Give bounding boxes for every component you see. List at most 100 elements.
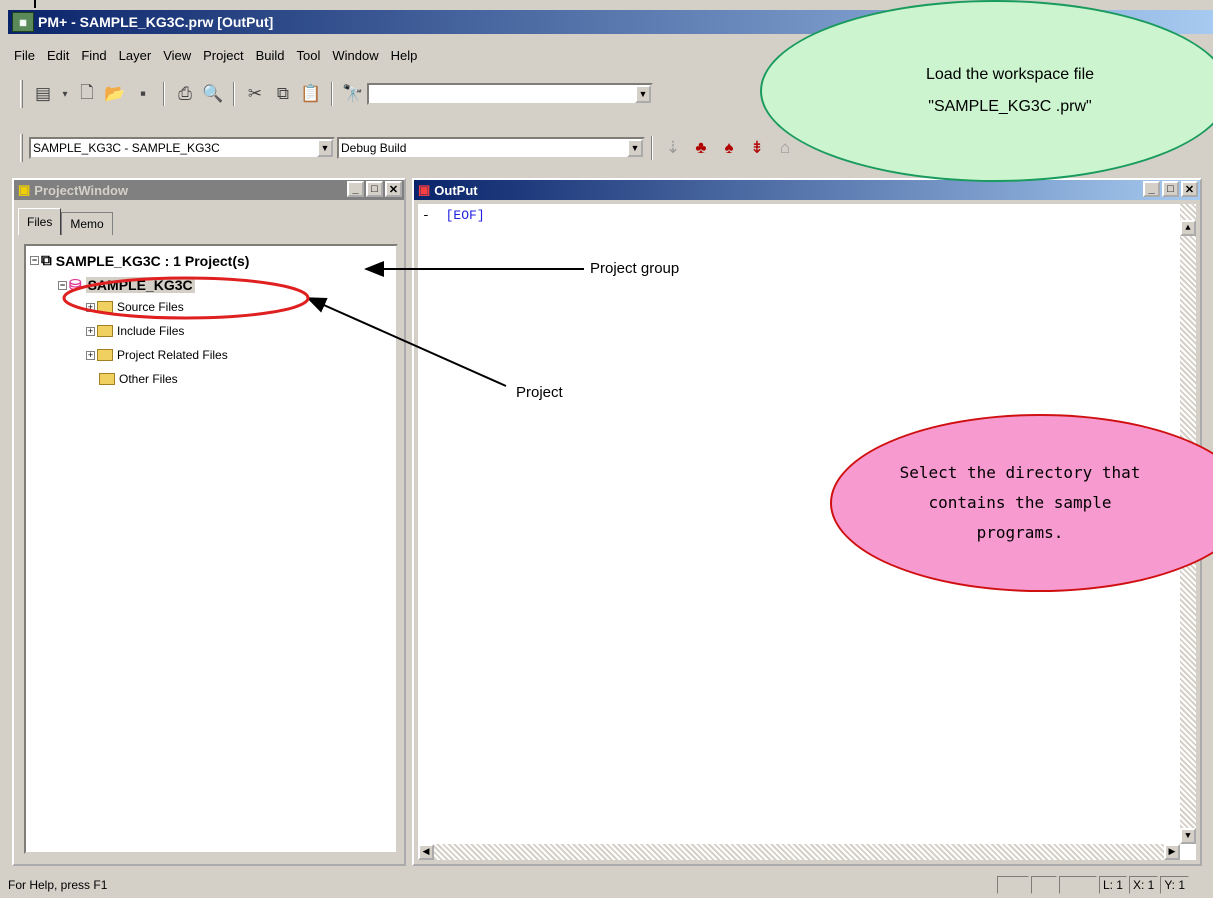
project-select[interactable]: SAMPLE_KG3C - SAMPLE_KG3C ▼ xyxy=(29,137,335,159)
project-icon: ⛁ xyxy=(69,277,82,294)
project-tree: − ⧉ SAMPLE_KG3C : 1 Project(s) − ⛁ SAMPL… xyxy=(24,244,398,854)
expand-icon[interactable]: + xyxy=(86,326,95,336)
callout-line: Select the directory that xyxy=(899,463,1141,482)
project-label: SAMPLE_KG3C xyxy=(85,277,195,293)
load-workspace-callout: Load the workspace file "SAMPLE_KG3C .pr… xyxy=(760,0,1213,182)
horizontal-scrollbar[interactable]: ◀ ▶ xyxy=(418,844,1180,860)
folder-label: Include Files xyxy=(117,324,185,338)
tab-files[interactable]: Files xyxy=(18,208,62,235)
toolbar-grip[interactable] xyxy=(20,80,23,108)
menu-find[interactable]: Find xyxy=(75,48,112,63)
chevron-down-icon[interactable]: ▼ xyxy=(627,139,643,157)
maximize-icon[interactable]: □ xyxy=(366,181,383,197)
tree-node-folder[interactable]: + Project Related Files xyxy=(86,348,228,362)
close-icon[interactable]: ✕ xyxy=(1181,181,1198,197)
minimize-icon[interactable]: _ xyxy=(347,181,364,197)
toolbar-separator xyxy=(331,82,333,106)
stop-build-icon[interactable]: ⇟ xyxy=(745,136,769,160)
scroll-right-icon[interactable]: ▶ xyxy=(1164,844,1180,860)
output-window-title: OutPut xyxy=(434,182,478,198)
status-indicator xyxy=(996,876,1029,894)
workspace-icon[interactable]: ▤ xyxy=(31,82,55,106)
tree-node-folder[interactable]: Other Files xyxy=(99,372,178,386)
project-window-titlebar[interactable]: ▣ ProjectWindow _ □ ✕ xyxy=(14,180,404,200)
paste-icon[interactable]: 📋 xyxy=(299,82,323,106)
build-config-select[interactable]: Debug Build ▼ xyxy=(337,137,645,159)
status-indicator xyxy=(1030,876,1057,894)
toolbar-separator xyxy=(651,136,653,160)
tab-memo[interactable]: Memo xyxy=(61,212,113,235)
status-x: X: 1 xyxy=(1128,876,1159,894)
project-group-annotation: Project group xyxy=(590,260,680,277)
cut-icon[interactable]: ✂ xyxy=(243,82,267,106)
open-folder-icon[interactable]: 📂 xyxy=(103,82,127,106)
tree-node-folder[interactable]: + Include Files xyxy=(86,324,184,338)
status-indicator xyxy=(1058,876,1097,894)
find-icon[interactable]: 🔭 xyxy=(341,82,365,106)
copy-icon[interactable]: ⧉ xyxy=(271,82,295,106)
window-title: PM+ - SAMPLE_KG3C.prw [OutPut] xyxy=(38,14,274,30)
output-line-text: [EOF] xyxy=(445,208,485,223)
menu-tool[interactable]: Tool xyxy=(291,48,327,63)
folder-icon xyxy=(97,301,113,313)
collapse-icon[interactable]: − xyxy=(30,256,39,265)
project-group-icon: ⧉ xyxy=(41,252,52,269)
collapse-icon[interactable]: − xyxy=(58,280,67,290)
output-line-dash: - xyxy=(422,208,430,223)
chevron-down-icon[interactable]: ▼ xyxy=(317,139,333,157)
project-window-title: ProjectWindow xyxy=(34,182,129,198)
maximize-icon[interactable]: □ xyxy=(1162,181,1179,197)
toolbar-separator xyxy=(163,82,165,106)
dropdown-arrow-icon[interactable]: ▾ xyxy=(59,82,71,106)
menu-project[interactable]: Project xyxy=(197,48,249,63)
project-group-label: SAMPLE_KG3C : 1 Project(s) xyxy=(55,252,250,269)
tree-node-project[interactable]: − ⛁ SAMPLE_KG3C xyxy=(58,276,195,294)
project-tabs: Files Memo xyxy=(18,208,113,235)
status-y: Y: 1 xyxy=(1160,876,1189,894)
output-window-titlebar[interactable]: ▣ OutPut _ □ ✕ xyxy=(414,180,1200,200)
close-icon[interactable]: ✕ xyxy=(385,181,402,197)
callout-line: contains the sample xyxy=(928,493,1112,512)
callout-line: Load the workspace file xyxy=(925,66,1095,83)
menu-window[interactable]: Window xyxy=(326,48,384,63)
project-window-icon: ▣ xyxy=(18,182,31,197)
menu-view[interactable]: View xyxy=(157,48,197,63)
folder-icon xyxy=(97,349,113,361)
toolbar-separator xyxy=(233,82,235,106)
print-preview-icon[interactable]: 🔍 xyxy=(201,82,225,106)
folder-label: Project Related Files xyxy=(117,348,228,362)
save-icon[interactable]: ▪ xyxy=(131,82,155,106)
build-config-value: Debug Build xyxy=(341,141,407,155)
tree-node-folder[interactable]: + Source Files xyxy=(86,300,184,314)
menu-file[interactable]: File xyxy=(8,48,41,63)
menu-help[interactable]: Help xyxy=(385,48,424,63)
pm-plus-window: ▦ PM+ - SAMPLE_KG3C.prw [OutPut] File Ed… xyxy=(0,0,1213,898)
menu-layer[interactable]: Layer xyxy=(113,48,158,63)
folder-icon xyxy=(99,373,115,385)
expand-icon[interactable]: + xyxy=(86,302,95,312)
menu-build[interactable]: Build xyxy=(250,48,291,63)
new-file-icon[interactable]: 🗋 xyxy=(75,82,99,106)
standard-toolbar: ▤ ▾ 🗋 📂 ▪ ⎙ 🔍 ✂ ⧉ 📋 🔭 ▼ xyxy=(8,76,768,112)
expand-icon[interactable]: + xyxy=(86,350,95,360)
debug-icon[interactable]: ⌂ xyxy=(773,136,797,160)
build-icon[interactable]: ♣ xyxy=(689,136,713,160)
menu-edit[interactable]: Edit xyxy=(41,48,75,63)
status-help-text: For Help, press F1 xyxy=(8,878,108,892)
find-combo[interactable]: ▼ xyxy=(367,83,653,105)
folder-icon xyxy=(97,325,113,337)
minimize-icon[interactable]: _ xyxy=(1143,181,1160,197)
rebuild-all-icon[interactable]: ♠ xyxy=(717,136,741,160)
status-bar: For Help, press F1 L: 1 X: 1 Y: 1 xyxy=(8,874,1213,896)
scroll-left-icon[interactable]: ◀ xyxy=(418,844,434,860)
project-annotation: Project xyxy=(516,384,563,401)
tree-node-project-group[interactable]: − ⧉ SAMPLE_KG3C : 1 Project(s) xyxy=(30,252,249,269)
chevron-down-icon[interactable]: ▼ xyxy=(635,85,651,103)
print-icon[interactable]: ⎙ xyxy=(173,82,197,106)
compile-icon[interactable]: ⇣ xyxy=(661,136,685,160)
scroll-down-icon[interactable]: ▼ xyxy=(1180,828,1196,844)
project-window-panel: ▣ ProjectWindow _ □ ✕ Files Memo − ⧉ SAM… xyxy=(12,178,406,866)
callout-line: "SAMPLE_KG3C .prw" xyxy=(928,98,1092,115)
scroll-up-icon[interactable]: ▲ xyxy=(1180,220,1196,236)
toolbar-grip[interactable] xyxy=(20,134,23,162)
